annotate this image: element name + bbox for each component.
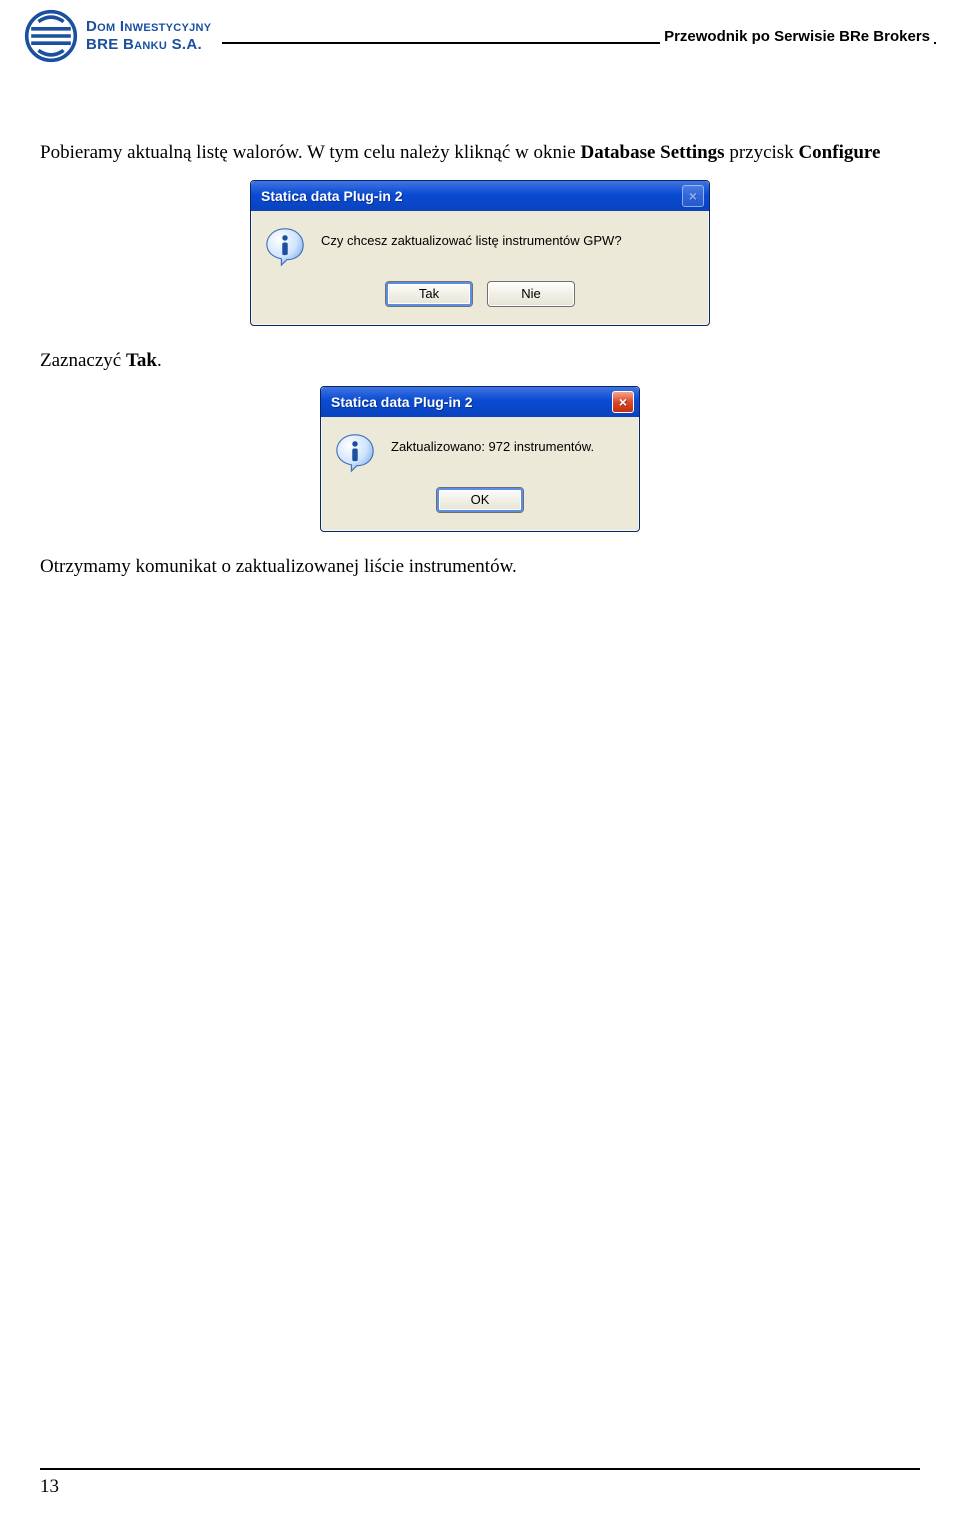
caption1-a: Zaznaczyć xyxy=(40,350,126,371)
footer-rule xyxy=(40,1468,920,1470)
dialog1-titlebar: Statica data Plug-in 2 × xyxy=(251,181,709,211)
header-title: Przewodnik po Serwisie BRe Brokers xyxy=(660,28,934,45)
para1-text-a: Pobieramy aktualną listę walorów. W tym … xyxy=(40,142,580,163)
dialog-update-result: Statica data Plug-in 2 × Zaktualizowano:… xyxy=(320,386,640,532)
caption-1: Zaznaczyć Tak. xyxy=(40,350,920,372)
para1-bold-2: Configure xyxy=(798,142,880,163)
dialog1-body: Czy chcesz zaktualizować listę instrumen… xyxy=(251,211,709,277)
bre-logo-icon xyxy=(24,9,78,63)
logo-line2: BRE Banku S.A. xyxy=(86,36,211,54)
info-icon xyxy=(335,433,375,473)
dialog1-close-button[interactable]: × xyxy=(682,185,704,207)
close-icon: × xyxy=(619,395,627,409)
para1-bold-1: Database Settings xyxy=(580,142,724,163)
content-area: Pobieramy aktualną listę walorów. W tym … xyxy=(0,80,960,578)
close-icon: × xyxy=(689,189,697,203)
caption-2: Otrzymamy komunikat o zaktualizowanej li… xyxy=(40,556,920,578)
caption1-c: . xyxy=(157,350,162,371)
dialog1-title: Statica data Plug-in 2 xyxy=(261,188,403,204)
logo-block: Dom Inwestycyjny BRE Banku S.A. xyxy=(24,8,211,64)
dialog-confirm-update: Statica data Plug-in 2 × Czy chcesz zakt… xyxy=(250,180,710,326)
page-number: 13 xyxy=(40,1476,920,1498)
dialog2-body: Zaktualizowano: 972 instrumentów. xyxy=(321,417,639,483)
info-icon xyxy=(265,227,305,267)
page-header: Dom Inwestycyjny BRE Banku S.A. Przewodn… xyxy=(0,0,960,80)
intro-paragraph: Pobieramy aktualną listę walorów. W tym … xyxy=(40,140,920,166)
dialog2-close-button[interactable]: × xyxy=(612,391,634,413)
dialog1-buttons: Tak Nie xyxy=(251,277,709,325)
dialog2-titlebar: Statica data Plug-in 2 × xyxy=(321,387,639,417)
caption1-b: Tak xyxy=(126,350,157,371)
dialog2-message: Zaktualizowano: 972 instrumentów. xyxy=(391,433,594,454)
yes-button[interactable]: Tak xyxy=(385,281,473,307)
page-footer: 13 xyxy=(0,1468,960,1498)
no-button[interactable]: Nie xyxy=(487,281,575,307)
dialog1-message: Czy chcesz zaktualizować listę instrumen… xyxy=(321,227,622,248)
dialog2-title: Statica data Plug-in 2 xyxy=(331,394,473,410)
logo-text: Dom Inwestycyjny BRE Banku S.A. xyxy=(86,18,211,54)
logo-line1: Dom Inwestycyjny xyxy=(86,18,211,36)
para1-text-c: przycisk xyxy=(725,142,799,163)
dialog2-buttons: OK xyxy=(321,483,639,531)
ok-button[interactable]: OK xyxy=(436,487,524,513)
